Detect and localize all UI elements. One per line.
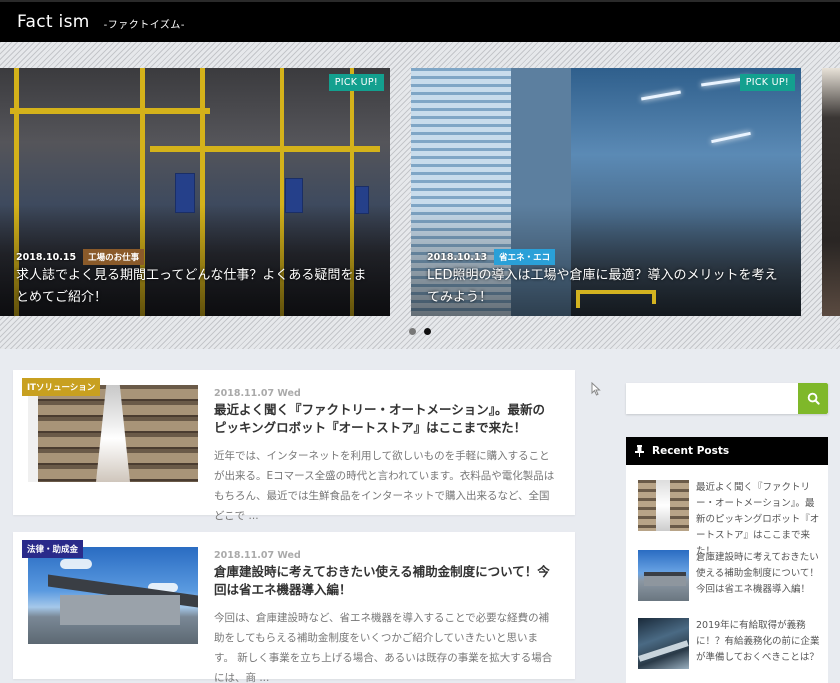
post-excerpt: 今回は、倉庫建設時など、省エネ機器を導入することで必要な経費の補助をしてもらえる…: [214, 612, 553, 683]
recent-post-title[interactable]: 最近よく聞く『ファクトリー・オートメーション』。最新のピッキングロボット『オート…: [696, 480, 824, 560]
pickup-badge: PICK UP!: [739, 74, 795, 91]
slide-image-detail: [285, 178, 303, 213]
post-category-badge[interactable]: 法律・助成金: [22, 540, 84, 558]
pickup-slider: PICK UP! 2018.10.15 工場のお仕事 求人誌でよく見る期間工って…: [0, 42, 840, 349]
slide-image: [822, 68, 840, 316]
search-button[interactable]: [798, 383, 828, 414]
widget-title: Recent Posts: [652, 445, 730, 457]
slider-pagination: [409, 328, 431, 335]
slide-date: 2018.10.15: [16, 251, 77, 263]
recent-post-title[interactable]: 2019年に有給取得が義務に！？有給義務化の前に企業が準備しておくべきことは？: [696, 618, 824, 666]
post-thumbnail[interactable]: [28, 385, 198, 482]
post-excerpt: 近年では、インターネットを利用して欲しいものを手軽に購入することが出来る。Eコマ…: [214, 450, 555, 522]
post-date: 2018.11.07 Wed: [214, 550, 301, 561]
thumbnail-detail: [644, 572, 686, 586]
recent-posts-widget: Recent Posts 最近よく聞く『ファクトリー・オートメーション』。最新の…: [626, 437, 828, 683]
post-title[interactable]: 倉庫建設時に考えておきたい使える補助金制度について！今回は省エネ機器導入編！: [214, 563, 557, 599]
pin-icon: [635, 445, 644, 457]
slide-image-detail: [175, 173, 195, 213]
slide-title[interactable]: 求人誌でよく見る期間工ってどんな仕事？よくある疑問をまとめてご紹介！: [16, 265, 376, 309]
slide-category-badge[interactable]: 省エネ・エコ: [494, 249, 556, 265]
thumbnail-detail: [638, 640, 689, 662]
slide-image-detail: [641, 90, 681, 101]
post-card[interactable]: ITソリューション 2018.11.07 Wed 最近よく聞く『ファクトリー・オ…: [13, 370, 575, 522]
slide-image-detail: [10, 108, 210, 114]
slider-dot[interactable]: [409, 328, 416, 335]
post-title[interactable]: 最近よく聞く『ファクトリー・オートメーション』。最新のピッキングロボット『オート…: [214, 401, 557, 437]
post-body: 2018.11.07 Wed 倉庫建設時に考えておきたい使える補助金制度について…: [214, 550, 557, 683]
slide-image-detail: [150, 146, 380, 152]
recent-post-thumbnail[interactable]: [638, 618, 689, 669]
thumbnail-detail: [656, 480, 670, 531]
thumbnail-detail: [60, 595, 180, 625]
site-header: Fact ism -ファクトイズム-: [0, 0, 840, 42]
post-body: 2018.11.07 Wed 最近よく聞く『ファクトリー・オートメーション』。最…: [214, 388, 557, 526]
mouse-cursor-icon: [591, 382, 601, 396]
slide-meta: 2018.10.15 工場のお仕事: [16, 249, 145, 265]
thumbnail-detail: [96, 385, 130, 482]
recent-post-title[interactable]: 倉庫建設時に考えておきたい使える補助金制度について！今回は省エネ機器導入編！: [696, 550, 824, 598]
widget-heading: Recent Posts: [626, 437, 828, 465]
search-form: [626, 383, 828, 414]
slide-title[interactable]: LED照明の導入は工場や倉庫に最適？導入のメリットを考えてみよう！: [427, 265, 787, 309]
slide-image-detail: [711, 131, 751, 144]
thumbnail-detail: [60, 559, 92, 569]
slide-image-detail: [355, 186, 369, 214]
post-thumbnail[interactable]: [28, 547, 198, 644]
recent-post-thumbnail[interactable]: [638, 550, 689, 601]
slide-card-partial[interactable]: [822, 68, 840, 316]
slide-card[interactable]: PICK UP! 2018.10.13 省エネ・エコ LED照明の導入は工場や倉…: [411, 68, 801, 316]
slide-meta: 2018.10.13 省エネ・エコ: [427, 249, 556, 265]
slide-date: 2018.10.13: [427, 251, 488, 263]
site-logo[interactable]: Fact ism: [17, 12, 90, 32]
slider-dot-active[interactable]: [424, 328, 431, 335]
post-card[interactable]: 法律・助成金 2018.11.07 Wed 倉庫建設時に考えておきたい使える補助…: [13, 532, 575, 683]
post-date: 2018.11.07 Wed: [214, 388, 301, 399]
post-category-badge[interactable]: ITソリューション: [22, 378, 101, 396]
site-subtitle: -ファクトイズム-: [103, 20, 186, 31]
slide-category-badge[interactable]: 工場のお仕事: [83, 249, 145, 265]
search-input[interactable]: [626, 383, 798, 414]
search-icon: [807, 392, 820, 405]
pickup-badge: PICK UP!: [328, 74, 384, 91]
recent-post-thumbnail[interactable]: [638, 480, 689, 531]
slide-card[interactable]: PICK UP! 2018.10.15 工場のお仕事 求人誌でよく見る期間工って…: [0, 68, 390, 316]
